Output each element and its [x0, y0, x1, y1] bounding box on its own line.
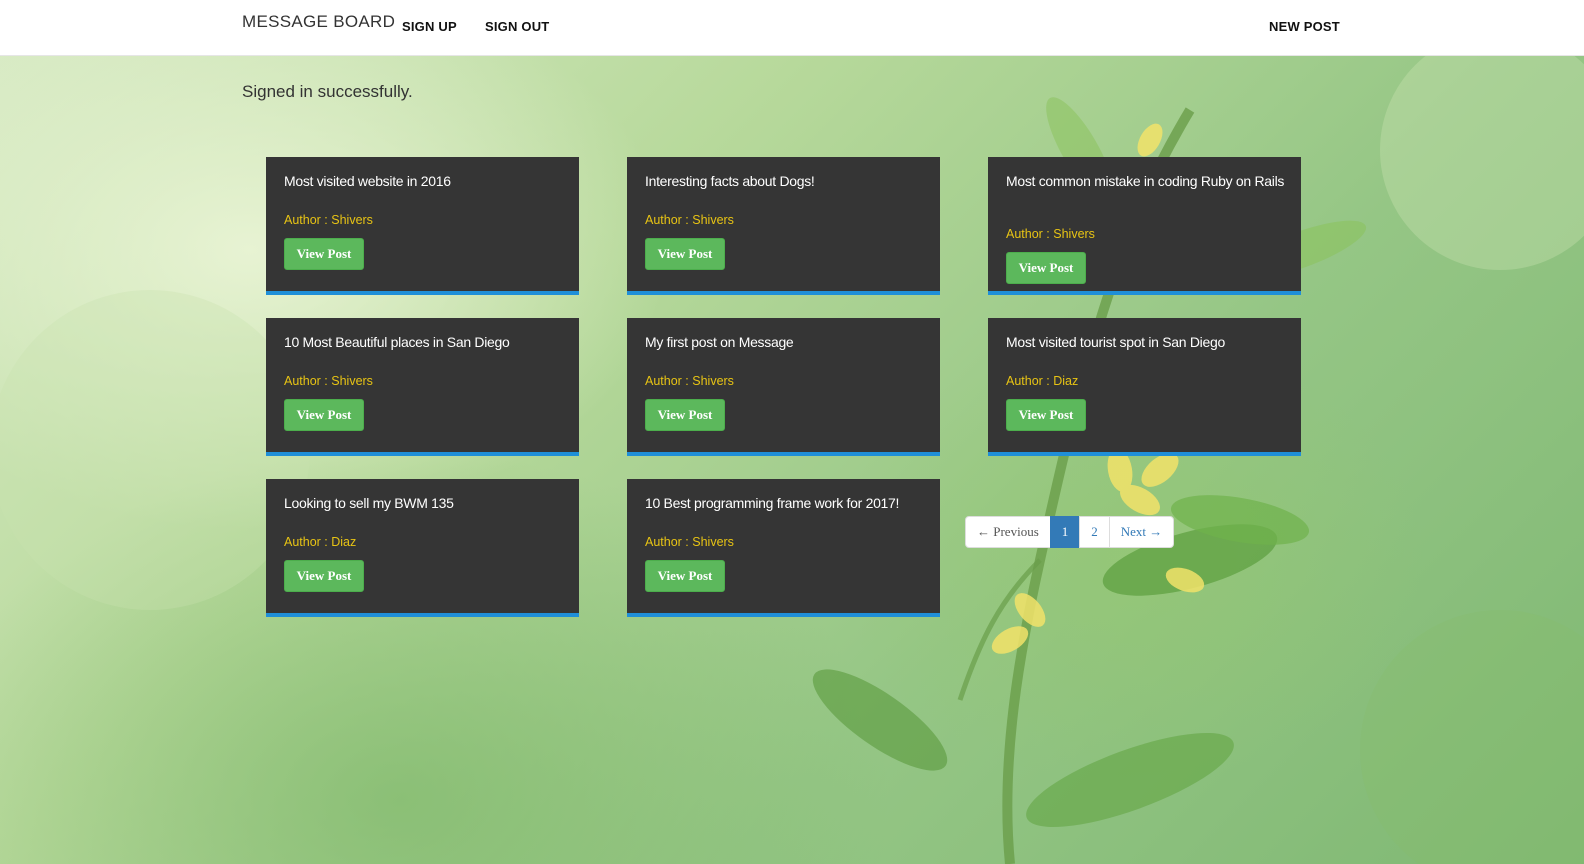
new-post-link[interactable]: NEW POST: [1269, 19, 1340, 34]
view-post-button[interactable]: View Post: [645, 238, 725, 270]
brand-link[interactable]: MESSAGE BOARD: [242, 12, 395, 32]
pagination-next[interactable]: Next →: [1108, 516, 1175, 548]
post-card: Most visited website in 2016 Author : Sh…: [266, 157, 579, 295]
post-author: Author : Shivers: [1006, 227, 1095, 241]
post-author: Author : Shivers: [284, 374, 373, 388]
post-title: Most visited tourist spot in San Diego: [1006, 334, 1225, 350]
pagination: ← Previous 1 2 Next →: [965, 516, 1175, 548]
sign-up-link[interactable]: SIGN UP: [402, 19, 457, 34]
post-card: Most common mistake in coding Ruby on Ra…: [988, 157, 1301, 295]
view-post-button[interactable]: View Post: [284, 560, 364, 592]
sign-out-link[interactable]: SIGN OUT: [485, 19, 549, 34]
navbar: MESSAGE BOARD SIGN UP SIGN OUT NEW POST: [0, 0, 1584, 56]
pagination-page-2[interactable]: 2: [1079, 516, 1110, 548]
view-post-button[interactable]: View Post: [645, 560, 725, 592]
post-author: Author : Shivers: [645, 535, 734, 549]
post-card: Looking to sell my BWM 135 Author : Diaz…: [266, 479, 579, 617]
post-author: Author : Diaz: [284, 535, 357, 549]
post-author: Author : Diaz: [1006, 374, 1079, 388]
post-title: Most visited website in 2016: [284, 173, 451, 189]
post-title: 10 Best programming frame work for 2017!: [645, 495, 900, 511]
pagination-previous[interactable]: ← Previous: [965, 516, 1051, 548]
view-post-button[interactable]: View Post: [1006, 399, 1086, 431]
view-post-button[interactable]: View Post: [284, 238, 364, 270]
post-card: My first post on Message Author : Shiver…: [627, 318, 940, 456]
post-author: Author : Shivers: [645, 213, 734, 227]
post-title: My first post on Message: [645, 334, 794, 350]
post-card: 10 Best programming frame work for 2017!…: [627, 479, 940, 617]
post-title: 10 Most Beautiful places in San Diego: [284, 334, 510, 350]
post-card: 10 Most Beautiful places in San Diego Au…: [266, 318, 579, 456]
view-post-button[interactable]: View Post: [284, 399, 364, 431]
post-title: Interesting facts about Dogs!: [645, 173, 815, 189]
view-post-button[interactable]: View Post: [1006, 252, 1086, 284]
flash-notice: Signed in successfully.: [242, 82, 413, 101]
post-card: Most visited tourist spot in San Diego A…: [988, 318, 1301, 456]
view-post-button[interactable]: View Post: [645, 399, 725, 431]
post-author: Author : Shivers: [645, 374, 734, 388]
post-card: Interesting facts about Dogs! Author : S…: [627, 157, 940, 295]
post-title: Most common mistake in coding Ruby on Ra…: [1006, 173, 1285, 189]
post-author: Author : Shivers: [284, 213, 373, 227]
pagination-page-1[interactable]: 1: [1049, 516, 1081, 548]
post-title: Looking to sell my BWM 135: [284, 495, 454, 511]
